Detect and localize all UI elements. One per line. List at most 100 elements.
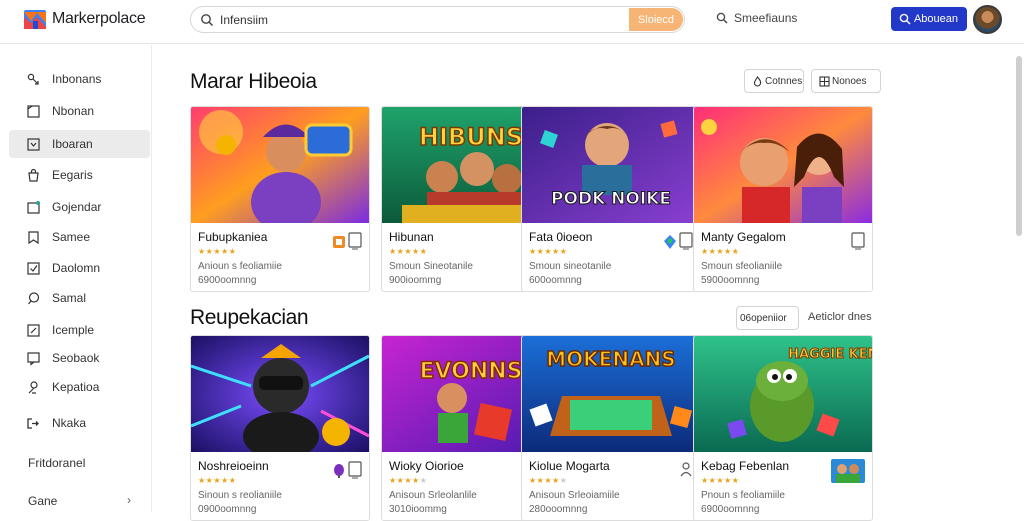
- banner-text: MOKENANS: [546, 347, 675, 371]
- carnival-artwork-icon: [191, 107, 369, 223]
- search-input[interactable]: [220, 10, 600, 30]
- product-card[interactable]: PODK NOIKE Fata 0ioeon ★★★★★ Smoun sineo…: [521, 106, 701, 292]
- sidebar-item-seobaok[interactable]: Seobaok: [9, 344, 150, 372]
- product-meta: 6900oomnng: [701, 504, 760, 515]
- gem-icon: [334, 464, 344, 478]
- filter-button-label: 06openiior: [740, 313, 787, 324]
- people-icon[interactable]: [679, 461, 693, 479]
- sidebar-item-iboaran[interactable]: Iboaran: [9, 130, 150, 158]
- tag-icon: [664, 235, 676, 249]
- phone-icon[interactable]: [348, 461, 362, 479]
- product-image: [694, 107, 872, 223]
- sidebar-item-daolomn[interactable]: Daolomn: [9, 254, 150, 282]
- mokenans-artwork-icon: MOKENANS: [522, 336, 700, 452]
- exit-icon: [27, 418, 39, 429]
- chevron-right-icon[interactable]: ›: [127, 493, 131, 507]
- sidebar-item-label: Inbonans: [52, 72, 102, 86]
- section-title-featured: Marar Hibeoia: [190, 70, 317, 93]
- product-subtitle: Smoun sfeolianiile: [701, 261, 783, 272]
- filter-button-label: Cotnnes: [765, 76, 803, 87]
- sidebar-item-label: Daolomn: [52, 261, 101, 275]
- duo-artwork-icon: [694, 107, 872, 223]
- sidebar-item-label: Nbonan: [52, 104, 95, 118]
- search-icon: [899, 13, 911, 25]
- checkbox-icon: [27, 262, 40, 275]
- product-subtitle: Anisoun Srleolanlile: [389, 490, 477, 501]
- sidebar-item-inbonans[interactable]: Inbonans: [9, 65, 150, 93]
- product-meta: 900ioommg: [389, 275, 442, 286]
- sidebar-item-label: Kepatioa: [52, 380, 100, 394]
- search-button[interactable]: Sloiecd: [629, 8, 683, 31]
- sidebar-section-heading: Fritdoranel: [28, 456, 86, 470]
- product-title: Manty Gegalom: [701, 230, 786, 244]
- rating-stars: ★★★★★: [198, 247, 237, 256]
- rating-stars: ★★★★★: [389, 476, 428, 485]
- product-card[interactable]: Fubupkaniea ★★★★★ Anioun s feoliamiie 69…: [190, 106, 370, 292]
- product-subtitle: Sinoun s reolianiile: [198, 490, 282, 501]
- sidebar-item-icemple[interactable]: Icemple: [9, 316, 150, 344]
- filter-button-cotnnes[interactable]: Cotnnes: [744, 69, 804, 93]
- account-button-label: Abouean: [913, 13, 959, 25]
- sidebar-item-label: Iboaran: [52, 137, 93, 151]
- sidebar-item-kepatioa[interactable]: Kepatioa: [9, 373, 150, 401]
- search-icon: [201, 14, 214, 27]
- filter-button-opener[interactable]: 06openiior: [736, 306, 799, 330]
- chat-icon: [28, 292, 40, 305]
- user-icon: [28, 381, 38, 394]
- sidebar-item-label: Samal: [52, 291, 87, 305]
- product-card[interactable]: MOKENANS Kiolue Mogarta ★★★★★ Anisoun Sr…: [521, 335, 701, 521]
- sidebar-item-samee[interactable]: Samee: [9, 223, 150, 251]
- rating-stars: ★★★★★: [389, 247, 428, 256]
- sidebar-item-label: Gojendar: [52, 200, 102, 214]
- product-title: Kebag Febenlan: [701, 459, 790, 473]
- calendar-icon: [27, 201, 40, 214]
- filter-button-label: Nonoes: [832, 76, 867, 87]
- user-avatar[interactable]: [973, 5, 1002, 34]
- product-subtitle: Smoun Sineotanile: [389, 261, 473, 272]
- sidebar-item-nbonan[interactable]: Nbonan: [9, 97, 150, 125]
- sidebar-item-samal[interactable]: Samal: [9, 284, 150, 312]
- sidebar-item-label: Nkaka: [52, 416, 87, 430]
- product-subtitle: Anisoun Srleoiamiile: [529, 490, 620, 501]
- rating-stars: ★★★★★: [701, 247, 740, 256]
- see-all-link[interactable]: Aeticlor dnes: [808, 311, 872, 323]
- product-meta: 280ooomnng: [529, 504, 588, 515]
- sidebar-item-eegaris[interactable]: Eegaris: [9, 161, 150, 189]
- filter-button-nonoes[interactable]: Nonoes: [811, 69, 881, 93]
- product-card[interactable]: Noshreioeinn ★★★★★ Sinoun s reolianiile …: [190, 335, 370, 521]
- sidebar-footer-item[interactable]: Gane: [28, 494, 57, 508]
- header-search-link[interactable]: Smeefiauns: [716, 11, 797, 25]
- product-image: MOKENANS: [522, 336, 700, 452]
- product-title: Hibunan: [389, 230, 434, 244]
- dino-artwork-icon: HAGGIE KEMS: [694, 336, 872, 452]
- thumb-icon[interactable]: [831, 459, 865, 483]
- sidebar-item-label: Eegaris: [52, 168, 93, 182]
- marketplace-logo-icon[interactable]: [23, 7, 47, 31]
- phone-icon[interactable]: [851, 232, 865, 250]
- phone-icon[interactable]: [348, 232, 362, 250]
- sidebar-item-label: Seobaok: [52, 351, 100, 365]
- banner-text: HIBUNS: [419, 123, 523, 151]
- product-image: [191, 336, 369, 452]
- badge-icon: [333, 236, 345, 248]
- scrollbar-thumb[interactable]: [1016, 56, 1022, 236]
- sidebar-item-gojendar[interactable]: Gojendar: [9, 193, 150, 221]
- product-subtitle: Anioun s feoliamiie: [198, 261, 282, 272]
- bag-icon: [28, 168, 39, 182]
- header-link-label: Smeefiauns: [734, 11, 798, 25]
- product-image: HAGGIE KEMS: [694, 336, 872, 452]
- product-meta: 6900oomnng: [198, 275, 257, 286]
- product-subtitle: Pnoun s feoliamiile: [701, 490, 785, 501]
- banner-text: HAGGIE KEMS: [788, 347, 872, 362]
- account-button[interactable]: Abouean: [891, 7, 967, 31]
- product-card[interactable]: Manty Gegalom ★★★★★ Smoun sfeolianiile 5…: [693, 106, 873, 292]
- product-title: Noshreioeinn: [198, 459, 269, 473]
- sidebar: Inbonans Nbonan Iboaran Eegaris Gojendar…: [0, 45, 152, 512]
- sidebar-item-label: Icemple: [52, 323, 95, 337]
- phone-icon[interactable]: [679, 232, 693, 250]
- product-card[interactable]: HAGGIE KEMS Kebag Febenlan ★★★★★ Pnoun s…: [693, 335, 873, 521]
- search-bar: Sloiecd: [190, 6, 685, 33]
- sidebar-item-nkaka[interactable]: Nkaka: [9, 409, 150, 437]
- product-title: Fata 0ioeon: [529, 230, 593, 244]
- sidebar-item-label: Samee: [52, 230, 91, 244]
